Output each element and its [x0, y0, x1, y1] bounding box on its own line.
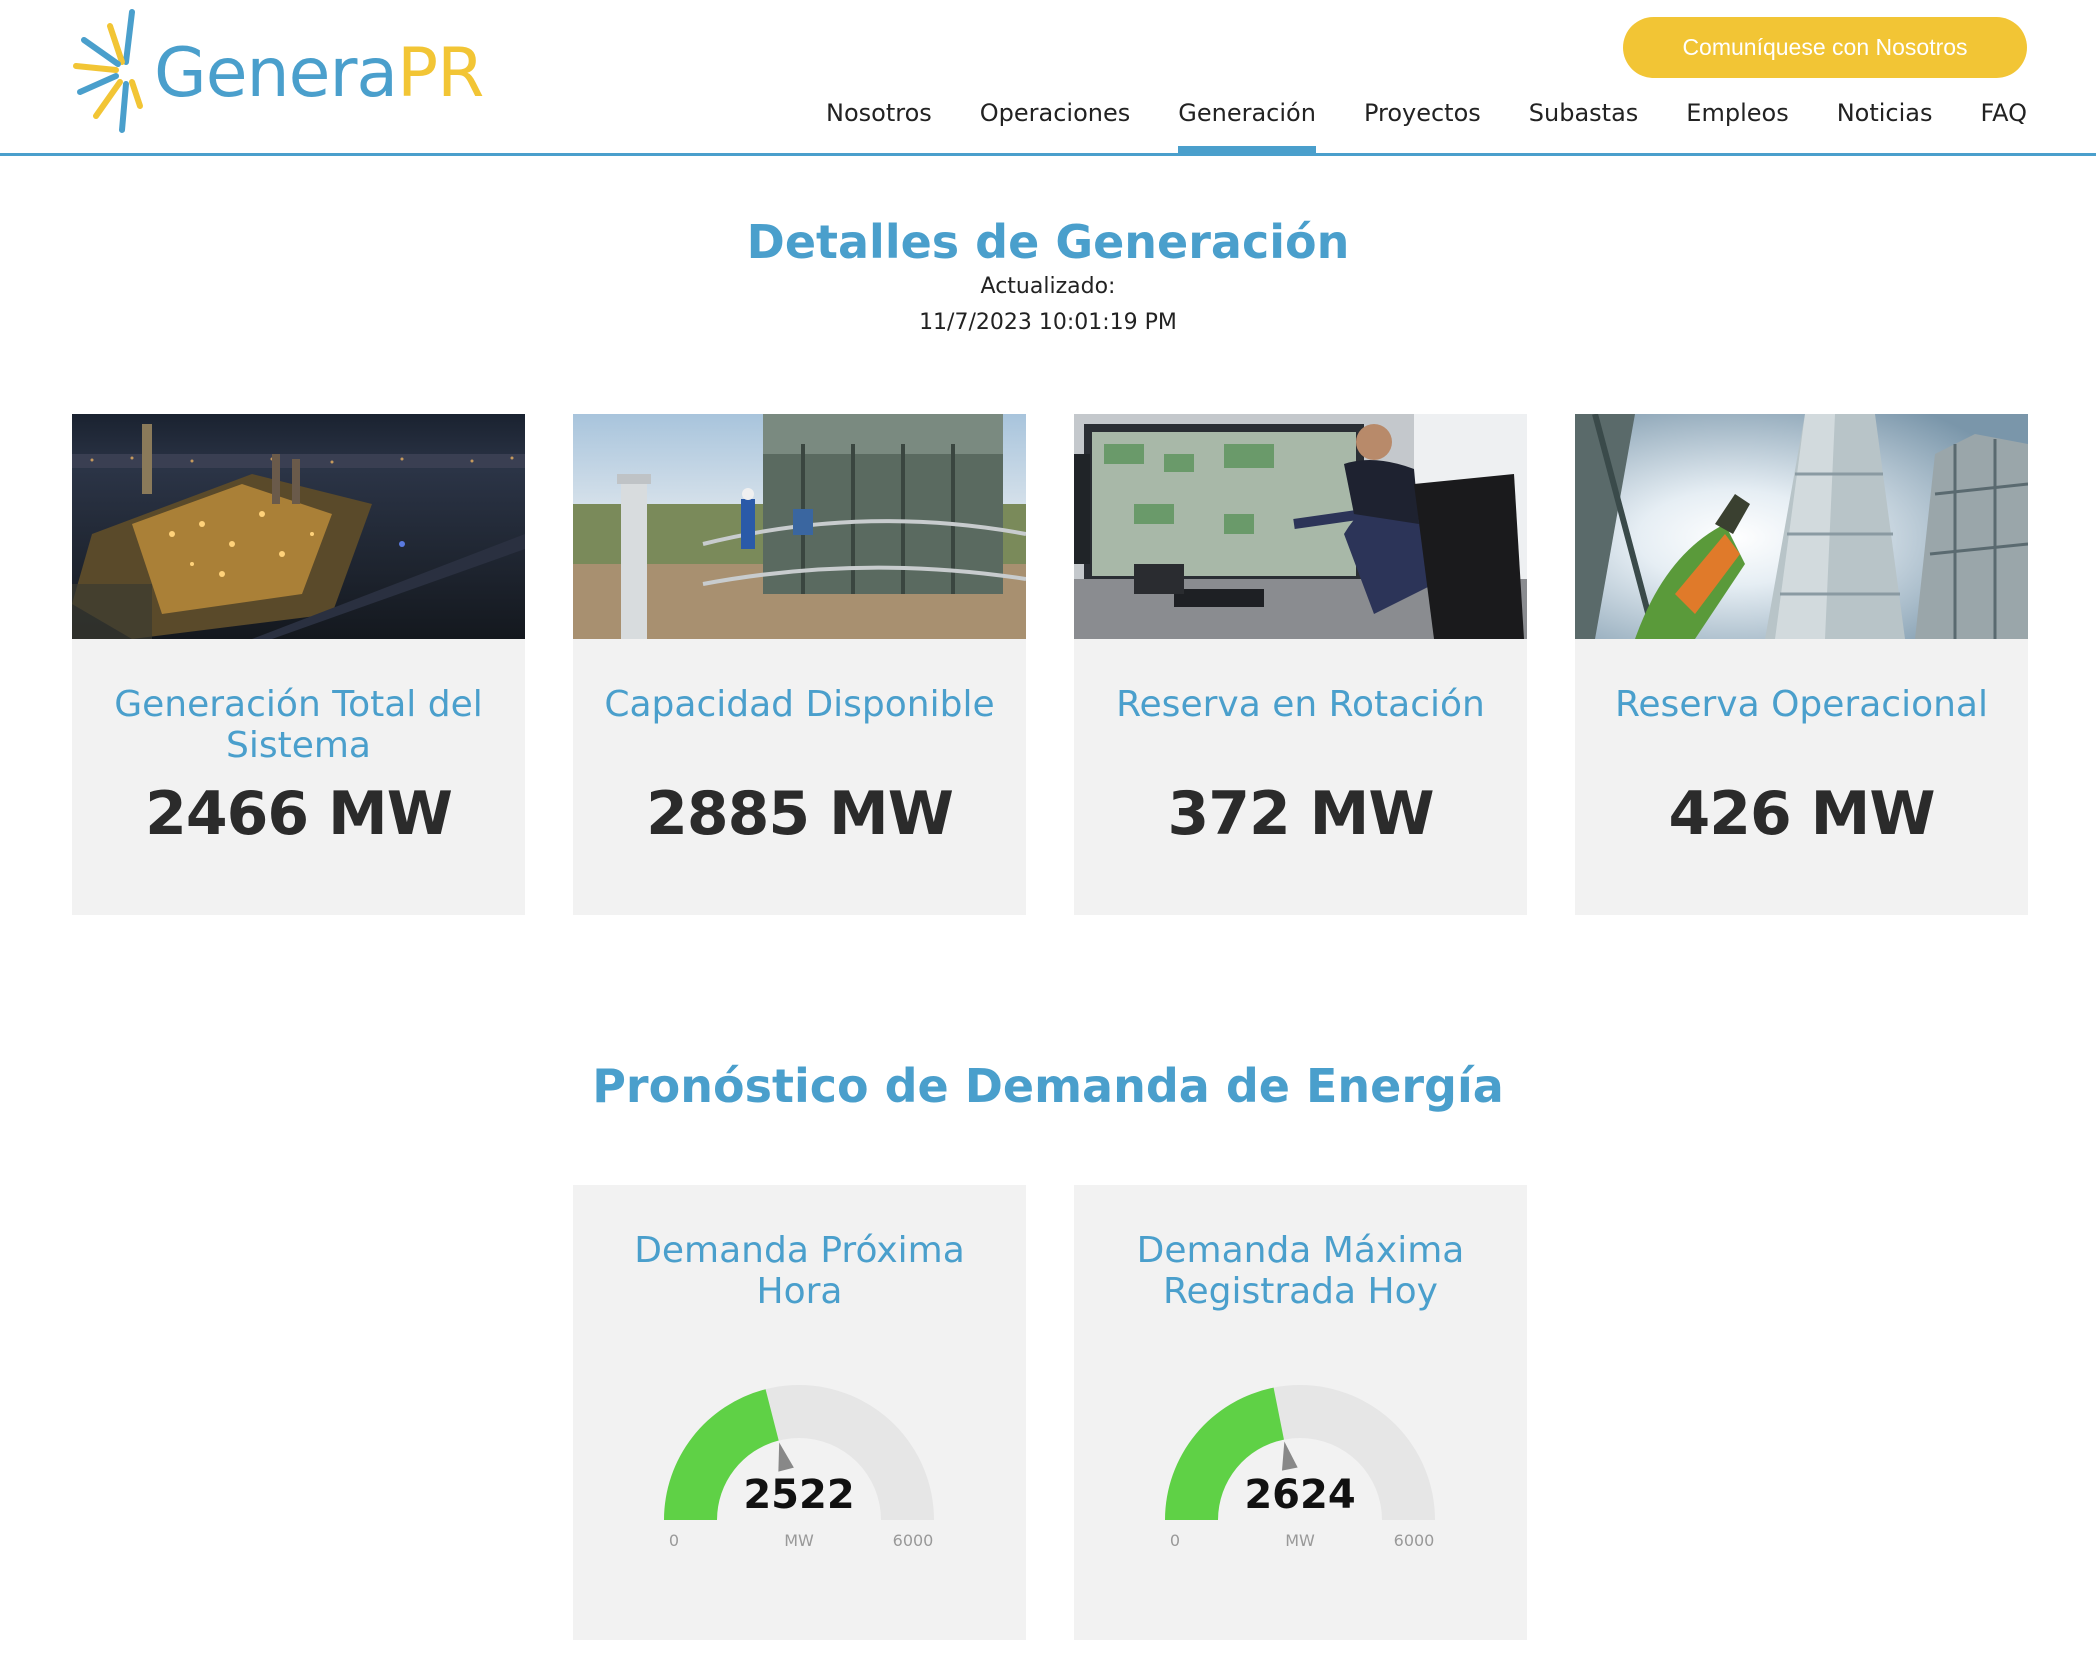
- gauge-needle-icon: [778, 1442, 794, 1472]
- available-capacity-value: 2885 MW: [646, 779, 954, 849]
- gauge-min-label: 0: [1169, 1531, 1181, 1550]
- control-room-photo: [1074, 414, 1527, 639]
- site-header: GeneraPR Comuníquese con Nosotros Nosotr…: [0, 0, 2096, 156]
- gauge-needle-icon: [1281, 1441, 1298, 1471]
- logo-genera-text: Genera: [154, 34, 398, 113]
- generation-details-title: Detalles de Generación: [746, 215, 1350, 269]
- genera-pr-logo[interactable]: GeneraPR: [70, 6, 500, 136]
- gauge-unit-label: MW: [1285, 1531, 1315, 1550]
- operational-reserve-card: Reserva Operacional 426 MW: [1575, 414, 2028, 915]
- next-hour-demand-card: Demanda Próxima Hora 2522 0 MW 6000: [573, 1185, 1026, 1640]
- nav-item-empleos[interactable]: Empleos: [1686, 93, 1788, 153]
- nav-item-noticias[interactable]: Noticias: [1837, 93, 1933, 153]
- operational-reserve-label: Reserva Operacional: [1615, 684, 1988, 725]
- nav-item-generacion[interactable]: Generación: [1178, 93, 1316, 153]
- nav-item-faq[interactable]: FAQ: [1981, 93, 2028, 153]
- power-plant-night-photo: [72, 414, 525, 639]
- spinning-reserve-label: Reserva en Rotación: [1116, 684, 1485, 725]
- demand-forecast-title: Pronóstico de Demanda de Energía: [592, 1059, 1504, 1113]
- logo-pr-text: PR: [397, 34, 484, 113]
- contact-us-button[interactable]: Comuníquese con Nosotros: [1623, 17, 2027, 78]
- gauge-min-label: 0: [668, 1531, 680, 1550]
- nav-item-nosotros[interactable]: Nosotros: [826, 93, 932, 153]
- next-hour-demand-value: 2522: [743, 1472, 855, 1518]
- total-generation-value: 2466 MW: [145, 779, 453, 849]
- max-demand-today-card: Demanda Máxima Registrada Hoy 2624 0 MW …: [1074, 1185, 1527, 1640]
- max-demand-today-gauge: 2624 0 MW 6000: [1150, 1385, 1450, 1575]
- available-capacity-label: Capacidad Disponible: [604, 684, 995, 725]
- updated-timestamp: 11/7/2023 10:01:19 PM: [919, 310, 1177, 335]
- gauge-max-label: 6000: [892, 1531, 934, 1550]
- nav-item-proyectos[interactable]: Proyectos: [1364, 93, 1481, 153]
- turbine-worker-photo: [573, 414, 1026, 639]
- nav-item-operaciones[interactable]: Operaciones: [980, 93, 1131, 153]
- total-generation-card: Generación Total del Sistema 2466 MW: [72, 414, 525, 915]
- operational-reserve-value: 426 MW: [1668, 779, 1935, 849]
- next-hour-demand-gauge: 2522 0 MW 6000: [649, 1385, 949, 1575]
- spinning-reserve-value: 372 MW: [1167, 779, 1434, 849]
- gauge-unit-label: MW: [784, 1531, 814, 1550]
- total-generation-label: Generación Total del Sistema: [114, 684, 483, 766]
- max-demand-today-label: Demanda Máxima Registrada Hoy: [1136, 1230, 1465, 1312]
- updated-label: Actualizado:: [980, 274, 1116, 299]
- logo-wordmark: GeneraPR: [154, 34, 484, 114]
- sunburst-logo-icon: [73, 9, 143, 133]
- max-demand-today-value: 2624: [1244, 1472, 1356, 1518]
- next-hour-demand-label: Demanda Próxima Hora: [634, 1230, 965, 1312]
- available-capacity-card: Capacidad Disponible 2885 MW: [573, 414, 1026, 915]
- spinning-reserve-card: Reserva en Rotación 372 MW: [1074, 414, 1527, 915]
- gauge-max-label: 6000: [1393, 1531, 1435, 1550]
- main-nav: Nosotros Operaciones Generación Proyecto…: [826, 93, 2027, 153]
- nav-item-subastas[interactable]: Subastas: [1529, 93, 1639, 153]
- stack-sunburst-photo: [1575, 414, 2028, 639]
